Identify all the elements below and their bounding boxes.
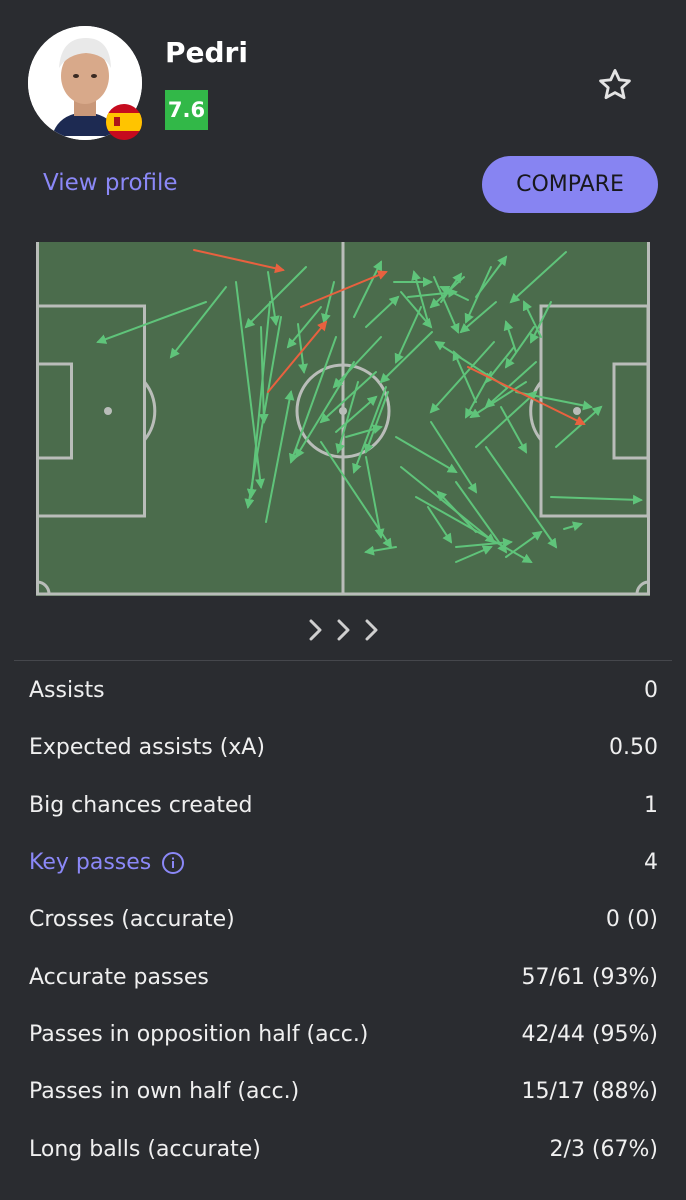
stat-label: Long balls (accurate) (29, 1136, 261, 1162)
star-outline-icon[interactable] (596, 66, 634, 104)
key-passes-link[interactable]: Key passes (29, 850, 185, 875)
stat-value: 42/44 (95%) (521, 1021, 658, 1047)
stat-label: Passes in own half (acc.) (29, 1079, 300, 1105)
next-chevrons-icon[interactable] (303, 614, 385, 646)
stat-value: 4 (644, 850, 658, 876)
stat-label: Key passes (29, 850, 152, 876)
stat-row-big-chances: Big chances created 1 (0, 777, 686, 834)
stat-value: 15/17 (88%) (521, 1079, 658, 1105)
stat-value: 1 (644, 792, 658, 818)
spain-flag-icon (106, 104, 142, 140)
stat-row-assists: Assists 0 (0, 662, 686, 719)
stats-list: Assists 0 Expected assists (xA) 0.50 Big… (0, 662, 686, 1178)
stat-label: Big chances created (29, 792, 253, 818)
player-name: Pedri (165, 36, 248, 69)
stat-row-expected-assists: Expected assists (xA) 0.50 (0, 719, 686, 776)
player-header: Pedri 7.6 View profile COMPARE (0, 0, 686, 242)
stat-value: 0 (644, 678, 658, 704)
stat-row-passes-own-half: Passes in own half (acc.) 15/17 (88%) (0, 1063, 686, 1120)
stat-value: 0.50 (609, 735, 658, 761)
stat-label: Accurate passes (29, 964, 209, 990)
stat-row-passes-opposition-half: Passes in opposition half (acc.) 42/44 (… (0, 1006, 686, 1063)
pass-map (36, 242, 650, 596)
view-profile-link[interactable]: View profile (43, 170, 178, 196)
stat-row-accurate-passes: Accurate passes 57/61 (93%) (0, 948, 686, 1005)
stat-label: Passes in opposition half (acc.) (29, 1021, 369, 1047)
stat-value: 2/3 (67%) (549, 1136, 658, 1162)
stat-value: 0 (0) (605, 907, 658, 933)
rating-badge: 7.6 (165, 90, 208, 130)
stat-label: Assists (29, 678, 105, 704)
pitch-svg (36, 242, 650, 596)
info-circle-icon[interactable] (161, 851, 185, 875)
section-divider (14, 660, 672, 661)
stat-row-long-balls: Long balls (accurate) 2/3 (67%) (0, 1120, 686, 1177)
stat-value: 57/61 (93%) (521, 964, 658, 990)
compare-button[interactable]: COMPARE (482, 156, 658, 213)
stat-label: Expected assists (xA) (29, 735, 265, 761)
stat-row-crosses: Crosses (accurate) 0 (0) (0, 891, 686, 948)
stat-label: Crosses (accurate) (29, 907, 235, 933)
stat-row-key-passes[interactable]: Key passes 4 (0, 834, 686, 891)
